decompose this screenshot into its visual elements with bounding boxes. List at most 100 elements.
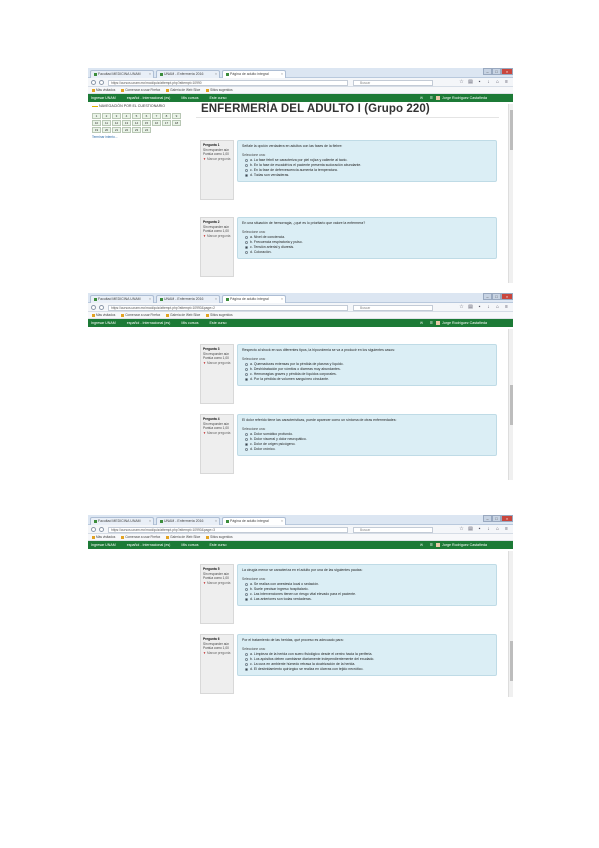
browser-tab-active[interactable]: Página de adulto integral × [222,70,286,78]
radio-button-checked[interactable] [245,377,248,381]
search-input[interactable]: Buscar [353,79,433,86]
answer-option[interactable]: d. Coloración. [242,250,492,255]
question-nav-button[interactable]: 17 [162,119,171,126]
question-nav-button[interactable]: 4 [122,112,131,119]
star-icon[interactable]: ☆ [459,79,464,85]
radio-button[interactable] [245,437,248,441]
radio-button-checked[interactable] [245,173,248,177]
maximize-icon[interactable]: □ [492,293,501,300]
bookmark-item[interactable]: Comenzar a usar Firefox [121,313,160,317]
flag-question-link[interactable]: Marcar pregunta [203,431,231,436]
close-window-icon[interactable]: × [501,293,513,300]
bookmark-item[interactable]: Sitios sugeridos [206,88,233,92]
forward-icon[interactable] [99,80,104,85]
bookmark-item[interactable]: Más visitados [92,313,115,317]
question-nav-button[interactable]: 23 [132,126,141,133]
radio-button[interactable] [245,250,248,254]
question-nav-button[interactable]: 9 [172,112,181,119]
flag-question-link[interactable]: Marcar pregunta [203,651,231,656]
close-icon[interactable]: × [281,72,283,76]
close-icon[interactable]: × [149,519,151,523]
browser-tab[interactable]: UNAM - Enfermería 2016 × [156,70,220,78]
question-nav-button[interactable]: 2 [102,112,111,119]
browser-tab[interactable]: Facultad MEDICINA UNAM × [90,517,154,525]
minimize-icon[interactable]: – [483,515,492,522]
notification-icon[interactable]: ✉ [420,319,423,327]
scrollbar[interactable] [508,104,513,283]
shield-icon[interactable]: ▪ [477,304,482,310]
menu-item[interactable]: Ingresar UNAM [91,321,116,325]
question-nav-button[interactable]: 11 [102,119,111,126]
close-icon[interactable]: × [149,72,151,76]
bookmark-item[interactable]: Sitios sugeridos [206,535,233,539]
question-nav-button[interactable]: 21 [112,126,121,133]
menu-icon[interactable]: ≡ [504,79,509,85]
radio-button[interactable] [245,163,248,167]
question-nav-button[interactable]: 22 [122,126,131,133]
forward-icon[interactable] [99,305,104,310]
question-nav-button[interactable]: 16 [152,119,161,126]
back-icon[interactable] [91,527,96,532]
scrollbar-thumb[interactable] [510,110,513,150]
close-window-icon[interactable]: × [501,515,513,522]
address-input[interactable]: https://cursos.unam.mx/mod/quiz/attempt.… [108,79,348,86]
radio-button[interactable] [245,587,248,591]
flag-question-link[interactable]: Marcar pregunta [203,157,231,162]
radio-button[interactable] [245,657,248,661]
back-icon[interactable] [91,305,96,310]
browser-tab[interactable]: UNAM - Enfermería 2016 × [156,295,220,303]
radio-button[interactable] [245,447,248,451]
menu-item[interactable]: español - Internacional (es) [127,96,171,100]
bookmark-item[interactable]: Más visitados [92,88,115,92]
question-nav-button[interactable]: 14 [132,119,141,126]
address-input[interactable]: https://cursos.unam.mx/mod/quiz/attempt.… [108,526,348,533]
answer-option-selected[interactable]: d. El desbridamiento quirúrgico se reali… [242,667,492,672]
close-window-icon[interactable]: × [501,68,513,75]
download-icon[interactable]: ↓ [486,79,491,85]
radio-button[interactable] [245,168,248,172]
radio-button[interactable] [245,158,248,162]
scrollbar[interactable] [508,551,513,697]
menu-icon[interactable]: ≡ [504,526,509,532]
user-menu[interactable]: Jorge Rodríguez Castañeda [436,541,487,549]
radio-button[interactable] [245,240,248,244]
back-icon[interactable] [91,80,96,85]
close-icon[interactable]: × [215,297,217,301]
question-nav-button[interactable]: 12 [112,119,121,126]
radio-button[interactable] [245,367,248,371]
answer-option-selected[interactable]: d. Por la pérdida de volumen sanguíneo c… [242,377,492,382]
close-icon[interactable]: × [215,519,217,523]
library-icon[interactable]: ▤ [468,304,473,310]
scrollbar-thumb[interactable] [510,641,513,681]
scrollbar-thumb[interactable] [510,385,513,425]
question-nav-button[interactable]: 8 [162,112,171,119]
chat-icon[interactable]: ☰ [430,94,433,102]
menu-item[interactable]: Mis cursos [181,96,198,100]
bookmark-item[interactable]: Comenzar a usar Firefox [121,535,160,539]
menu-item[interactable]: Ingresar UNAM [91,543,116,547]
browser-tab[interactable]: UNAM - Enfermería 2016 × [156,517,220,525]
finish-attempt-link[interactable]: Terminar intento... [92,135,182,139]
bookmark-item[interactable]: Comenzar a usar Firefox [121,88,160,92]
bookmark-item[interactable]: Galería de Web Slice [166,88,200,92]
close-icon[interactable]: × [281,297,283,301]
menu-item[interactable]: español - Internacional (es) [127,543,171,547]
radio-button-checked[interactable] [245,442,248,446]
radio-button[interactable] [245,592,248,596]
question-nav-button[interactable]: 5 [132,112,141,119]
radio-button[interactable] [245,652,248,656]
star-icon[interactable]: ☆ [459,526,464,532]
chat-icon[interactable]: ☰ [430,319,433,327]
flag-question-link[interactable]: Marcar pregunta [203,361,231,366]
download-icon[interactable]: ↓ [486,304,491,310]
menu-item[interactable]: Mis cursos [181,543,198,547]
question-nav-button[interactable]: 13 [122,119,131,126]
answer-option[interactable]: d. Dolor crónico. [242,447,492,452]
star-icon[interactable]: ☆ [459,304,464,310]
radio-button[interactable] [245,432,248,436]
menu-item[interactable]: Este curso [210,543,227,547]
browser-tab[interactable]: Facultad MEDICINA UNAM × [90,70,154,78]
user-menu[interactable]: Jorge Rodríguez Castañeda [436,94,487,102]
question-nav-button[interactable]: 19 [92,126,101,133]
answer-option-selected[interactable]: d. Las anteriores son todas verdaderas. [242,597,492,602]
